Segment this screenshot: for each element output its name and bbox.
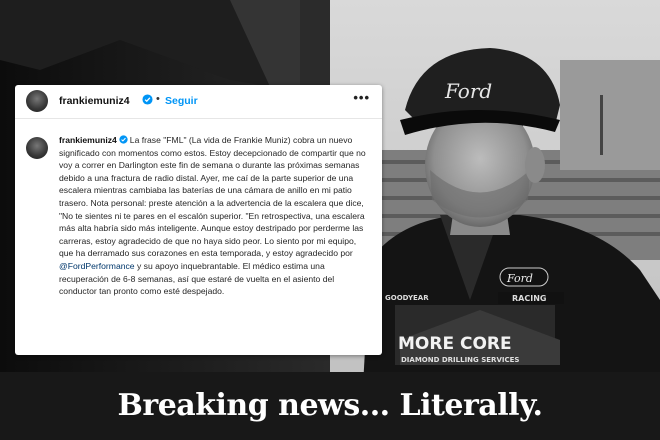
verified-icon	[119, 135, 128, 144]
sponsor-tagline: DIAMOND DRILLING SERVICES	[401, 356, 519, 364]
caption-username[interactable]: frankiemuniz4	[59, 135, 117, 145]
goodyear-logo: GOODYEAR	[385, 294, 429, 302]
separator-dot: •	[156, 93, 160, 105]
caption-avatar[interactable]	[26, 137, 48, 159]
sponsor-name: MORE CORE	[398, 334, 512, 354]
post-caption: frankiemuniz4 La frase "FML" (La vida de …	[59, 134, 371, 298]
header-username[interactable]: frankiemuniz4	[59, 95, 130, 107]
more-options-icon[interactable]: •••	[353, 90, 370, 105]
headline: Breaking news... Literally.	[117, 388, 543, 423]
caption-text: La frase "FML" (La vida de Frankie Muniz…	[59, 135, 366, 259]
follow-button[interactable]: Seguir	[165, 95, 198, 107]
cap-ford-logo: Ford	[444, 79, 492, 103]
verified-icon	[142, 94, 153, 105]
post-header: frankiemuniz4 • Seguir •••	[15, 85, 382, 119]
profile-avatar[interactable]	[26, 90, 48, 112]
chest-ford-logo: Ford	[506, 272, 533, 285]
instagram-post-card: frankiemuniz4 • Seguir ••• frankiemuniz4…	[15, 85, 382, 355]
racing-logo: RACING	[512, 294, 546, 303]
mention-link[interactable]: @FordPerformance	[59, 261, 135, 271]
